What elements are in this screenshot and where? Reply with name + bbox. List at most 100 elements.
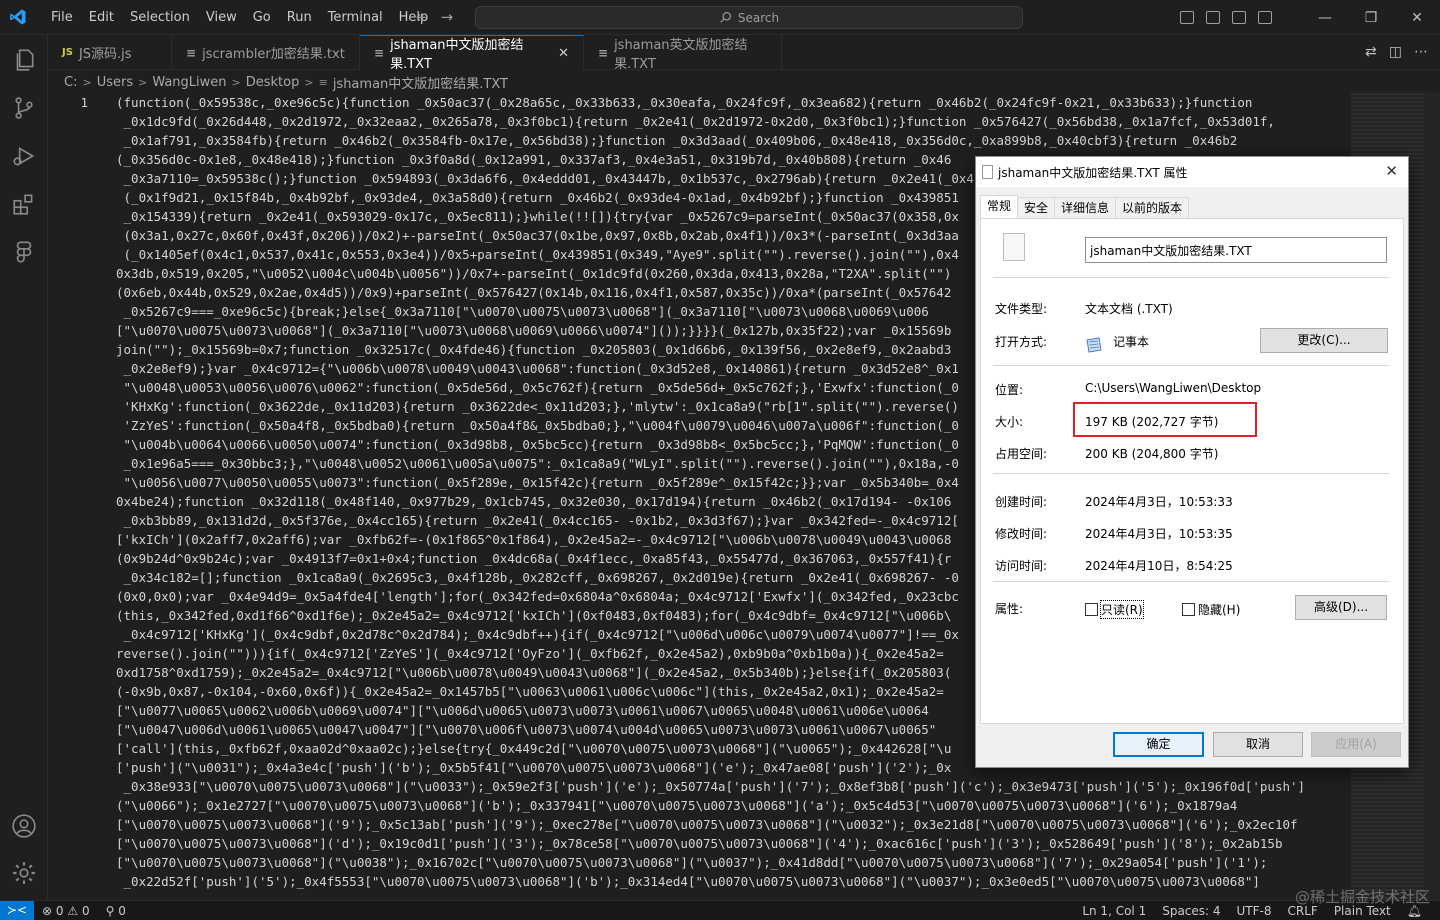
search-label: Search <box>737 10 780 25</box>
source-control-icon[interactable] <box>11 95 37 121</box>
figma-icon[interactable] <box>11 239 37 265</box>
breadcrumb-drive[interactable]: C: <box>64 75 77 90</box>
readonly-label[interactable]: 只读(R) <box>1100 600 1144 619</box>
readonly-checkbox[interactable] <box>1085 603 1098 616</box>
restore-icon[interactable]: ❐ <box>1348 10 1394 26</box>
text-file-icon: ≡ <box>374 46 385 60</box>
explorer-icon[interactable] <box>11 47 37 73</box>
menu-go[interactable]: Go <box>245 0 279 35</box>
breadcrumb-desktop[interactable]: Desktop <box>246 75 300 90</box>
accessed-value: 2024年4月10日，8:54:25 <box>1085 559 1233 573</box>
split-editor-icon[interactable]: ◫ <box>1389 44 1402 60</box>
toggle-panel-icon[interactable] <box>1206 11 1220 24</box>
run-debug-icon[interactable] <box>11 143 37 169</box>
breadcrumb-file[interactable]: jshaman中文版加密结果.TXT <box>333 73 508 92</box>
chevron-right-icon: > <box>304 75 314 89</box>
open-with-label: 打开方式: <box>995 335 1048 349</box>
dialog-tabs: 常规 安全 详细信息 以前的版本 <box>980 195 1190 218</box>
menu-selection[interactable]: Selection <box>122 0 198 35</box>
code-line[interactable]: _0x38e933["\u0070\u0075\u0073\u0068"]("\… <box>116 777 1351 796</box>
customize-layout-icon[interactable] <box>1258 11 1272 24</box>
compare-icon[interactable]: ⇄ <box>1365 44 1377 60</box>
encoding[interactable]: UTF-8 <box>1237 902 1272 920</box>
indentation[interactable]: Spaces: 4 <box>1162 902 1220 920</box>
warning-count: 0 <box>81 904 90 918</box>
menu-terminal[interactable]: Terminal <box>320 0 391 35</box>
menu-file[interactable]: File <box>43 0 81 35</box>
tab-label: JS源码.js <box>78 47 132 62</box>
watermark: @稀土掘金技术社区 <box>1294 888 1430 906</box>
tab-previous-versions[interactable]: 以前的版本 <box>1115 197 1190 218</box>
advanced-button[interactable]: 高级(D)... <box>1295 595 1387 620</box>
editor-actions: ⇄ ◫ ⋯ <box>1365 44 1428 60</box>
vertical-scrollbar[interactable] <box>1426 93 1440 900</box>
ports-indicator[interactable]: ⚲ 0 <box>106 902 126 920</box>
code-line[interactable]: ["\u0070\u0075\u0073\u0068"]('d');_0x19c… <box>116 834 1351 853</box>
tab-jshaman-cn-result[interactable]: ≡ jshaman中文版加密结果.TXT ✕ <box>360 35 584 72</box>
file-type-value: 文本文档 (.TXT) <box>1085 302 1173 316</box>
broadcast-icon: ⚲ <box>105 904 115 918</box>
close-tab-icon[interactable]: ✕ <box>558 46 569 61</box>
code-line[interactable]: ["\u0070\u0075\u0073\u0068"]("\u0038");_… <box>116 853 1351 872</box>
close-window-icon[interactable]: ✕ <box>1394 10 1440 26</box>
size-on-disk-value: 200 KB (204,800 字节) <box>1085 447 1219 461</box>
file-properties-dialog: jshaman中文版加密结果.TXT 属性 ✕ 常规 安全 详细信息 以前的版本… <box>975 156 1409 768</box>
menu-run[interactable]: Run <box>279 0 320 35</box>
created-value: 2024年4月3日，10:53:33 <box>1085 495 1233 509</box>
close-icon[interactable]: ✕ <box>1385 162 1398 180</box>
size-label: 大小: <box>995 415 1024 429</box>
minimize-icon[interactable]: — <box>1302 10 1348 26</box>
back-arrow-icon[interactable]: ← <box>416 8 429 26</box>
cursor-position[interactable]: Ln 1, Col 1 <box>1082 902 1146 920</box>
breadcrumb-user[interactable]: WangLiwen <box>152 75 226 90</box>
forward-arrow-icon[interactable]: → <box>441 8 454 26</box>
tab-jshaman-en-result[interactable]: ≡ jshaman英文版加密结果.TXT <box>584 35 782 72</box>
ports-count: 0 <box>118 904 126 918</box>
divider <box>993 277 1389 278</box>
cancel-button[interactable]: 取消 <box>1213 732 1303 757</box>
filename-input[interactable]: jshaman中文版加密结果.TXT <box>1085 237 1387 263</box>
dialog-titlebar[interactable]: jshaman中文版加密结果.TXT 属性 ✕ <box>976 157 1408 187</box>
tab-general[interactable]: 常规 <box>980 195 1019 218</box>
remote-indicator[interactable]: ≻< <box>0 901 34 920</box>
code-line[interactable]: ("\u0066");_0x1e2727["\u0070\u0075\u0073… <box>116 796 1351 815</box>
more-actions-icon[interactable]: ⋯ <box>1414 44 1428 60</box>
open-with-value: 记事本 <box>1113 335 1150 349</box>
settings-gear-icon[interactable] <box>11 860 37 886</box>
created-label: 创建时间: <box>995 495 1048 509</box>
warning-icon: ⚠ <box>67 904 79 918</box>
tab-jscrambler-result[interactable]: ≡ jscrambler加密结果.txt <box>172 35 360 70</box>
hidden-label[interactable]: 隐藏(H) <box>1198 601 1240 618</box>
accounts-icon[interactable] <box>11 813 37 839</box>
error-icon: ⊗ <box>42 904 53 918</box>
code-line[interactable]: _0x1dc9fd(_0x26d448,_0x2d1972,_0x32eaa2,… <box>116 112 1351 131</box>
tab-js-source[interactable]: JS JS源码.js <box>48 35 172 70</box>
toggle-sidebar-icon[interactable] <box>1180 11 1194 24</box>
tab-details[interactable]: 详细信息 <box>1054 197 1117 218</box>
ok-button[interactable]: 确定 <box>1113 732 1204 757</box>
menu-view[interactable]: View <box>198 0 245 35</box>
apply-button[interactable]: 应用(A) <box>1311 732 1401 757</box>
tab-security[interactable]: 安全 <box>1017 197 1056 218</box>
code-line[interactable]: ["\u0070\u0075\u0073\u0068"]('9');_0x5c1… <box>116 815 1351 834</box>
divider <box>993 581 1389 582</box>
tab-label: jshaman中文版加密结果.TXT <box>390 38 524 72</box>
problems-indicator[interactable]: ⊗ 0 ⚠ 0 <box>42 902 90 920</box>
code-line[interactable]: _0x22d52f['push']('5');_0x4f5553["\u0070… <box>116 872 1351 891</box>
navigation-arrows: ← → <box>416 8 453 26</box>
status-bar: ≻< ⊗ 0 ⚠ 0 ⚲ 0 Ln 1, Col 1 Spaces: 4 UTF… <box>0 900 1440 920</box>
change-button[interactable]: 更改(C)... <box>1260 328 1388 353</box>
breadcrumb: C: > Users > WangLiwen > Desktop > ≡ jsh… <box>64 71 508 93</box>
extensions-icon[interactable] <box>11 191 37 217</box>
toggle-secondary-sidebar-icon[interactable] <box>1232 11 1246 24</box>
menu-edit[interactable]: Edit <box>81 0 122 35</box>
code-line[interactable]: _0x1af791,_0x3584fb){return _0x46b2(_0x3… <box>116 131 1351 150</box>
command-center-search[interactable]: Search <box>475 6 1023 29</box>
chevron-right-icon: > <box>138 75 148 89</box>
file-icon <box>982 165 993 179</box>
breadcrumb-users[interactable]: Users <box>97 75 133 90</box>
editor-tabs: JS JS源码.js ≡ jscrambler加密结果.txt ≡ jshama… <box>48 35 1440 72</box>
js-file-icon: JS <box>62 47 73 58</box>
code-line[interactable]: (function(_0x59538c,_0xe96c5c){function … <box>116 93 1351 112</box>
hidden-checkbox[interactable] <box>1182 603 1195 616</box>
